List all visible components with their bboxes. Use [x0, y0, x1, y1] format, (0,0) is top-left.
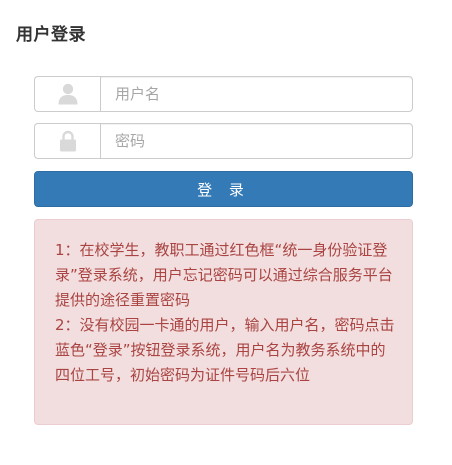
login-notice: 1：在校学生，教职工通过红色框“统一身份验证登录”登录系统，用户忘记密码可以通过… — [34, 219, 413, 425]
username-input[interactable] — [100, 76, 413, 112]
username-input-group — [34, 76, 413, 112]
user-icon — [34, 76, 100, 112]
notice-line-2: 2：没有校园一卡通的用户，输入用户名，密码点击蓝色“登录”按钮登录系统，用户名为… — [55, 316, 395, 384]
notice-line-1: 1：在校学生，教职工通过红色框“统一身份验证登录”登录系统，用户忘记密码可以通过… — [55, 241, 393, 309]
login-button[interactable]: 登 录 — [34, 171, 413, 207]
lock-icon — [34, 123, 100, 159]
password-input[interactable] — [100, 123, 413, 159]
page-title: 用户登录 — [16, 25, 86, 45]
password-input-group — [34, 123, 413, 159]
